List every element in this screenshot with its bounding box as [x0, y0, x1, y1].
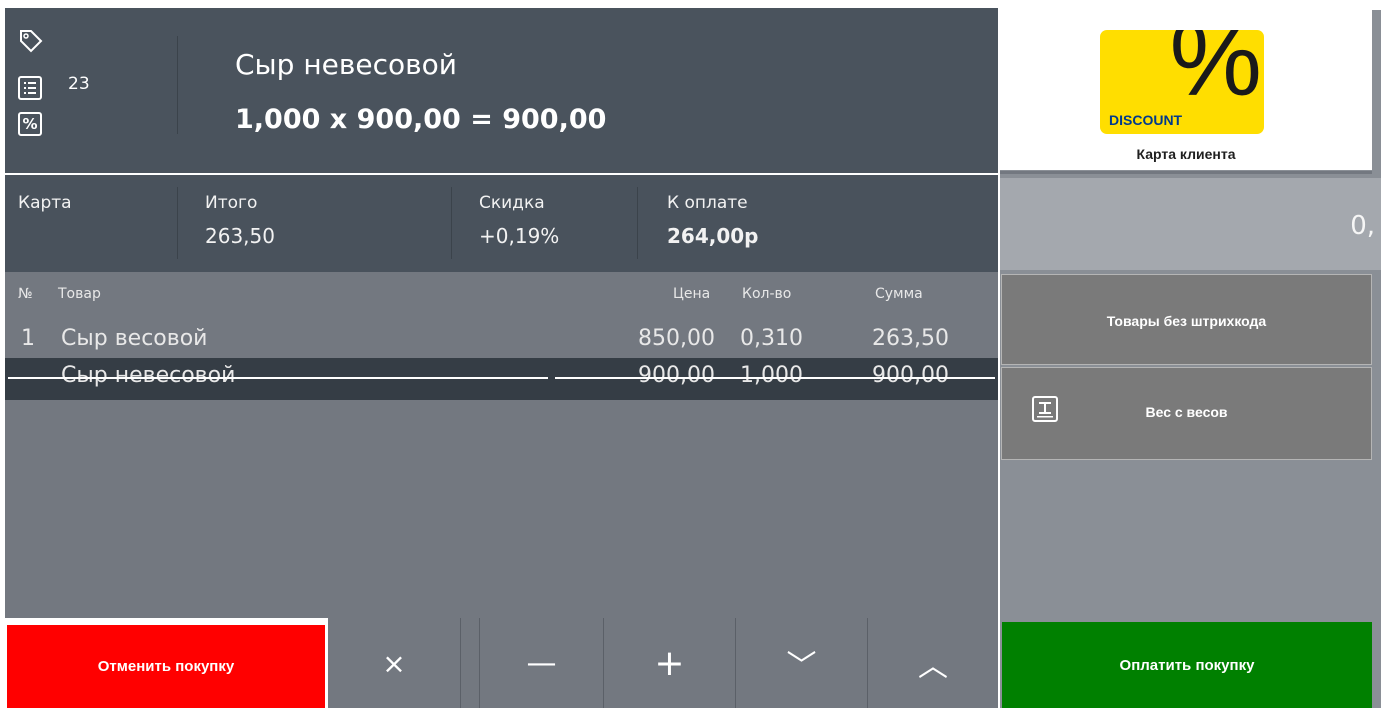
close-icon: × — [382, 646, 406, 680]
cancel-purchase-button[interactable]: Отменить покупку — [7, 625, 325, 708]
pay-purchase-button[interactable]: Оплатить покупку — [1002, 622, 1372, 708]
column-header-sum: Сумма — [875, 286, 923, 302]
percent-icon[interactable]: % — [18, 112, 42, 136]
current-item-header: % 23 Сыр невесовой 1,000 x 900,00 = 900,… — [5, 10, 998, 173]
delete-item-button[interactable]: × — [328, 618, 460, 708]
separator — [460, 618, 461, 708]
cancel-top-border — [5, 620, 327, 623]
decrease-qty-button[interactable]: — — [480, 618, 603, 708]
row-sum: 263,50 — [872, 326, 949, 351]
client-card-label: Карта клиента — [1136, 146, 1236, 162]
totals-divider — [177, 187, 178, 259]
row-price: 900,00 — [638, 363, 715, 388]
increase-qty-button[interactable]: + — [604, 618, 735, 708]
row-qty: 1,000 — [740, 363, 803, 388]
weight-from-scale-label: Вес с весов — [1145, 404, 1228, 420]
canceled-strikethrough — [8, 377, 548, 379]
row-product: Сыр весовой — [61, 326, 208, 351]
chevron-down-icon: ﹀ — [786, 649, 817, 684]
column-header-price: Цена — [673, 286, 711, 302]
row-number: 1 — [21, 326, 35, 351]
receipt-list-icon[interactable] — [18, 76, 42, 100]
no-barcode-items-button[interactable]: Товары без штрихкода — [1001, 274, 1372, 365]
totals-divider — [451, 187, 452, 259]
current-item-calculation: 1,000 x 900,00 = 900,00 — [235, 104, 607, 135]
scroll-down-button[interactable]: ﹀ — [736, 618, 867, 708]
weight-from-scale-button[interactable]: Вес с весов — [1001, 367, 1372, 460]
row-qty: 0,310 — [740, 326, 803, 351]
discount-card-text: DISCOUNT — [1109, 112, 1183, 128]
discount-percent-symbol: % — [1169, 30, 1262, 118]
row-sum: 900,00 — [872, 363, 949, 388]
row-price: 850,00 — [638, 326, 715, 351]
receipt-table: № Товар Цена Кол-во Сумма 1 Сыр весовой … — [5, 272, 998, 618]
card-underline — [1000, 171, 1372, 174]
minus-icon: — — [526, 645, 557, 681]
discount-label: Скидка — [479, 193, 545, 213]
canceled-strikethrough — [555, 377, 995, 379]
total-label: Итого — [205, 193, 258, 213]
tag-icon[interactable] — [18, 28, 43, 53]
current-item-name: Сыр невесовой — [235, 48, 457, 81]
to-pay-label: К оплате — [667, 193, 748, 213]
column-header-number: № — [18, 286, 33, 302]
column-header-product: Товар — [58, 286, 101, 302]
discount-value: +0,19% — [479, 224, 560, 248]
discount-card-image[interactable]: % DISCOUNT — [1100, 30, 1264, 134]
table-row-selected[interactable]: Сыр невесовой 900,00 1,000 900,00 — [5, 358, 998, 400]
card-label: Карта — [18, 193, 72, 213]
amount-value: 0, — [1350, 211, 1375, 241]
to-pay-value: 264,00р — [667, 224, 759, 248]
chevron-up-icon: ︿ — [918, 649, 948, 684]
totals-bar: Карта Итого 263,50 Скидка +0,19% К оплат… — [5, 175, 998, 272]
table-row[interactable]: 1 Сыр весовой 850,00 0,310 263,50 — [5, 318, 998, 360]
no-barcode-items-label: Товары без штрихкода — [1106, 313, 1267, 329]
amount-field[interactable]: 0, — [1000, 178, 1381, 270]
receipt-count: 23 — [68, 74, 90, 94]
totals-divider — [637, 187, 638, 259]
item-operations-bar: × — + ﹀ ︿ — [328, 618, 998, 708]
row-product: Сыр невесовой — [61, 363, 236, 388]
scroll-up-button[interactable]: ︿ — [868, 618, 998, 708]
plus-icon: + — [654, 642, 685, 684]
column-header-qty: Кол-во — [742, 286, 792, 302]
header-divider — [177, 36, 178, 134]
total-value: 263,50 — [205, 224, 275, 248]
